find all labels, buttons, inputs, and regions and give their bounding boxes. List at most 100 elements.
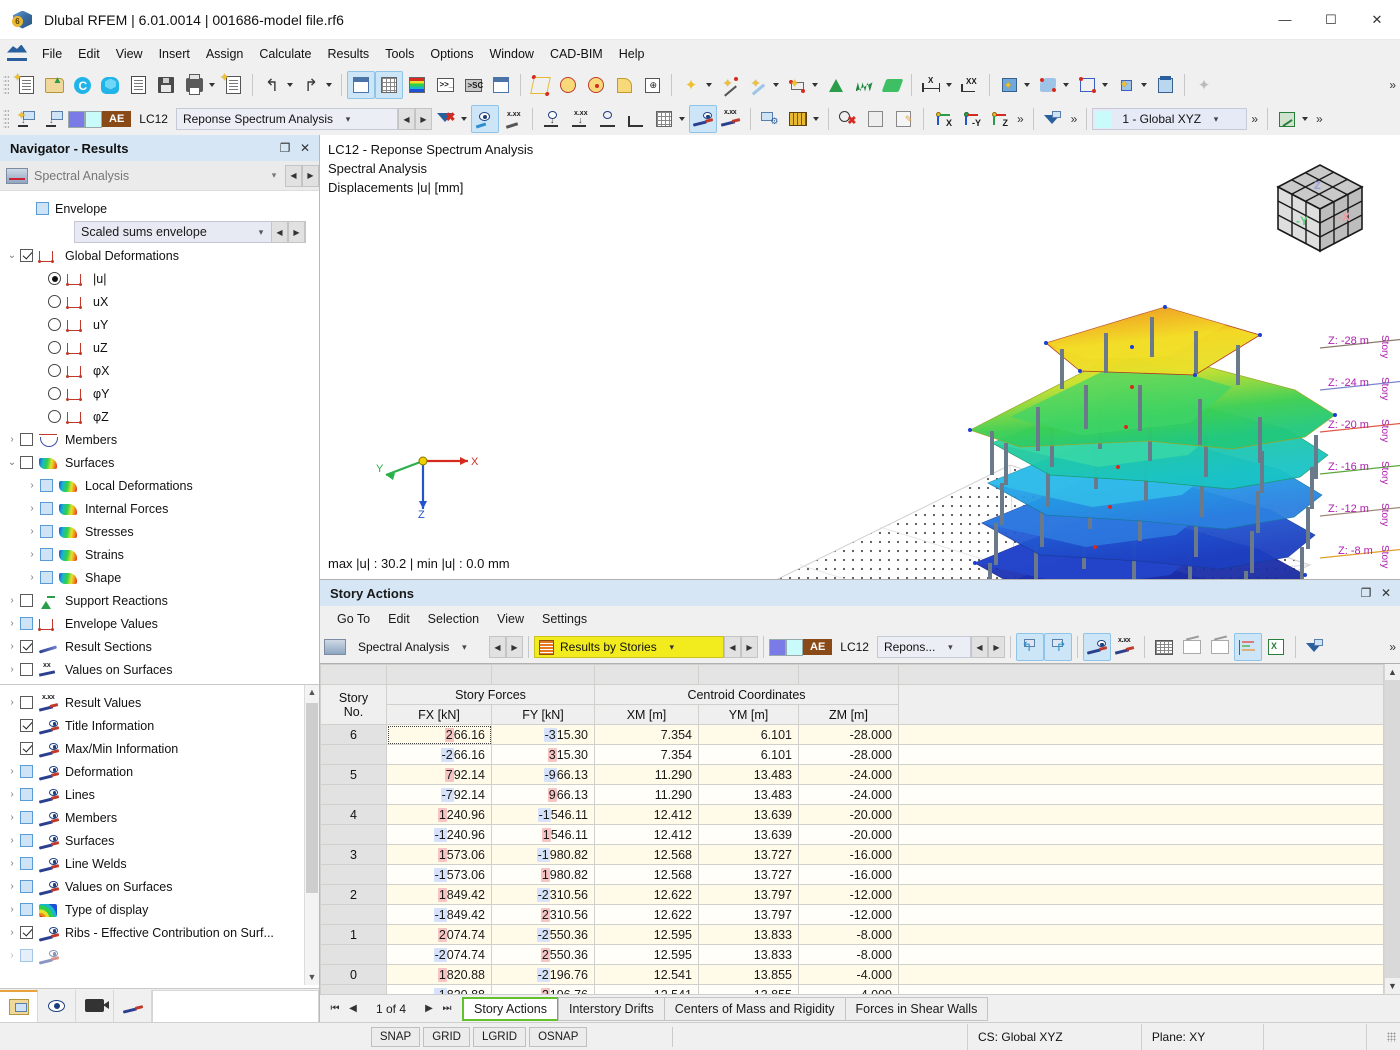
tree-item-members[interactable]: › Members bbox=[0, 428, 319, 451]
render-view-icon[interactable]: ✎ bbox=[890, 105, 918, 133]
sa-table-row-icon[interactable] bbox=[1178, 633, 1206, 661]
cell-zm[interactable]: -20.000 bbox=[798, 804, 899, 825]
expander-icon[interactable]: › bbox=[4, 812, 20, 823]
cell-ym[interactable]: 13.483 bbox=[698, 784, 799, 805]
color-swatch-secondary[interactable] bbox=[85, 110, 102, 128]
sa-show-results-icon[interactable] bbox=[1082, 633, 1111, 661]
cell-fx[interactable]: 1240.96 bbox=[386, 804, 492, 825]
new-solid-caret[interactable] bbox=[1024, 83, 1030, 87]
table-row[interactable]: 1 2074.74 -2550.36 12.595 13.833 -8.000 bbox=[320, 924, 1384, 945]
sa-mode-combo[interactable]: Results by Stories ▾ bbox=[534, 636, 724, 658]
cell-zm[interactable]: -8.000 bbox=[798, 944, 899, 965]
cell-zm[interactable]: -4.000 bbox=[798, 984, 899, 994]
radio-button[interactable] bbox=[48, 341, 61, 354]
cell-story-no[interactable] bbox=[320, 984, 387, 994]
load-case-combo[interactable]: Reponse Spectrum Analysis ▾ bbox=[175, 108, 398, 130]
tree-item-result-sections[interactable]: › Result Sections bbox=[0, 635, 319, 658]
checkbox[interactable] bbox=[40, 502, 53, 515]
model-properties-icon[interactable] bbox=[124, 71, 152, 99]
undo-dropdown-caret[interactable] bbox=[287, 83, 293, 87]
cell-fy[interactable]: 2550.36 bbox=[491, 944, 595, 965]
cell-fy[interactable]: -966.13 bbox=[491, 764, 595, 785]
cell-fx[interactable]: -1849.42 bbox=[386, 904, 492, 925]
view-overflow-chevron[interactable]: » bbox=[1013, 112, 1028, 126]
mesh-icon[interactable]: ✦ bbox=[1190, 71, 1218, 99]
select-box-icon[interactable]: ⊕ bbox=[638, 71, 666, 99]
expander-icon[interactable]: › bbox=[4, 664, 20, 675]
cell-fx[interactable]: -2074.74 bbox=[386, 944, 492, 965]
color-table-icon[interactable] bbox=[403, 71, 431, 99]
checkbox[interactable] bbox=[20, 617, 33, 630]
status-lgrid-button[interactable]: LGRID bbox=[472, 1026, 527, 1047]
table-row[interactable]: -1820.882196.7612.54113.855-4.000 bbox=[320, 984, 1384, 994]
tree-item-stresses[interactable]: › Stresses bbox=[0, 520, 319, 543]
new-surface-caret[interactable] bbox=[812, 83, 818, 87]
table-tab-forces-shear-walls[interactable]: Forces in Shear Walls bbox=[844, 996, 989, 1021]
tree-item-ux[interactable]: uX bbox=[0, 290, 319, 313]
cell-fy[interactable]: -2550.36 bbox=[491, 924, 595, 945]
new-object-icon[interactable]: ✦ bbox=[1112, 71, 1140, 99]
tree-item-phiz[interactable]: φZ bbox=[0, 405, 319, 428]
cell-zm[interactable]: -16.000 bbox=[798, 864, 899, 885]
cell-zm[interactable]: -12.000 bbox=[798, 884, 899, 905]
expander-icon[interactable]: › bbox=[4, 835, 20, 846]
cell-fx[interactable]: -1820.88 bbox=[386, 984, 492, 994]
cell-fy[interactable]: 966.13 bbox=[491, 784, 595, 805]
navigator-close-button[interactable]: ✕ bbox=[295, 141, 315, 155]
cell-xm[interactable]: 12.412 bbox=[594, 824, 699, 845]
console-icon[interactable]: >>_ bbox=[431, 71, 459, 99]
checkbox[interactable] bbox=[20, 811, 33, 824]
scroll-up-arrow[interactable]: ▲ bbox=[305, 685, 319, 700]
calculate-diagram-icon[interactable] bbox=[784, 105, 812, 133]
tree-item-uz[interactable]: uZ bbox=[0, 336, 319, 359]
checkbox[interactable] bbox=[20, 249, 33, 262]
cell-ym[interactable]: 6.101 bbox=[698, 744, 799, 765]
new-opening-caret[interactable] bbox=[1063, 83, 1069, 87]
checkbox[interactable] bbox=[20, 949, 33, 962]
expander-icon[interactable]: › bbox=[24, 480, 40, 491]
tree-item-global-deformations[interactable]: ⌄ Global Deformations bbox=[0, 244, 319, 267]
sa-color-swatch-primary[interactable] bbox=[769, 638, 786, 656]
sa-color-swatch-secondary[interactable] bbox=[786, 638, 803, 656]
color-swatch-primary[interactable] bbox=[68, 110, 85, 128]
cell-story-no[interactable] bbox=[320, 824, 387, 845]
tree-item-local-deformations[interactable]: › Local Deformations bbox=[0, 474, 319, 497]
story-actions-table[interactable]: Story No. Story Forces Centroid Coordinat… bbox=[320, 664, 1384, 994]
cell-ym[interactable]: 6.101 bbox=[698, 724, 799, 745]
checkbox[interactable] bbox=[40, 525, 53, 538]
extrude-icon[interactable] bbox=[1151, 71, 1179, 99]
minimize-button[interactable]: — bbox=[1262, 0, 1308, 40]
cell-fy[interactable]: 1980.82 bbox=[491, 864, 595, 885]
sa-full-table-icon[interactable] bbox=[1150, 633, 1178, 661]
cell-xm[interactable]: 12.541 bbox=[594, 964, 699, 985]
select-objects-icon[interactable] bbox=[526, 71, 554, 99]
new-support-icon[interactable] bbox=[822, 71, 850, 99]
filter-clear-icon[interactable]: ✖ bbox=[432, 105, 460, 133]
checkbox[interactable] bbox=[40, 548, 53, 561]
visibility-overflow-chevron[interactable]: » bbox=[1067, 112, 1082, 126]
cell-ym[interactable]: 13.833 bbox=[698, 924, 799, 945]
cell-fx[interactable]: 1820.88 bbox=[386, 964, 492, 985]
sa-chart-icon[interactable] bbox=[1233, 633, 1262, 661]
redo-icon[interactable]: ↱ bbox=[297, 71, 325, 99]
tree-item-title-information[interactable]: Title Information bbox=[0, 714, 319, 737]
checkbox[interactable] bbox=[20, 834, 33, 847]
cell-ym[interactable]: 13.727 bbox=[698, 844, 799, 865]
table-scroll-up-arrow[interactable]: ▲ bbox=[1385, 664, 1400, 680]
status-grid-button[interactable]: GRID bbox=[423, 1026, 470, 1047]
new-solid-icon[interactable]: ✦ bbox=[995, 71, 1023, 99]
menu-window[interactable]: Window bbox=[481, 44, 541, 64]
expander-icon[interactable]: › bbox=[24, 503, 40, 514]
dimension-icon[interactable]: X bbox=[917, 71, 945, 99]
radio-button[interactable] bbox=[48, 364, 61, 377]
cell-fx[interactable]: 792.14 bbox=[386, 764, 492, 785]
checkbox[interactable] bbox=[40, 479, 53, 492]
table-row[interactable]: 3 1573.06 -1980.82 12.568 13.727 -16.000 bbox=[320, 844, 1384, 865]
tree-item-envelope[interactable]: Envelope bbox=[0, 197, 319, 220]
checkbox[interactable] bbox=[20, 594, 33, 607]
pager-prev-button[interactable]: ◀ bbox=[344, 1003, 362, 1014]
cell-fy[interactable]: 2310.56 bbox=[491, 904, 595, 925]
menu-view[interactable]: View bbox=[108, 44, 151, 64]
select-special-icon[interactable] bbox=[582, 71, 610, 99]
expander-icon[interactable]: › bbox=[4, 595, 20, 606]
